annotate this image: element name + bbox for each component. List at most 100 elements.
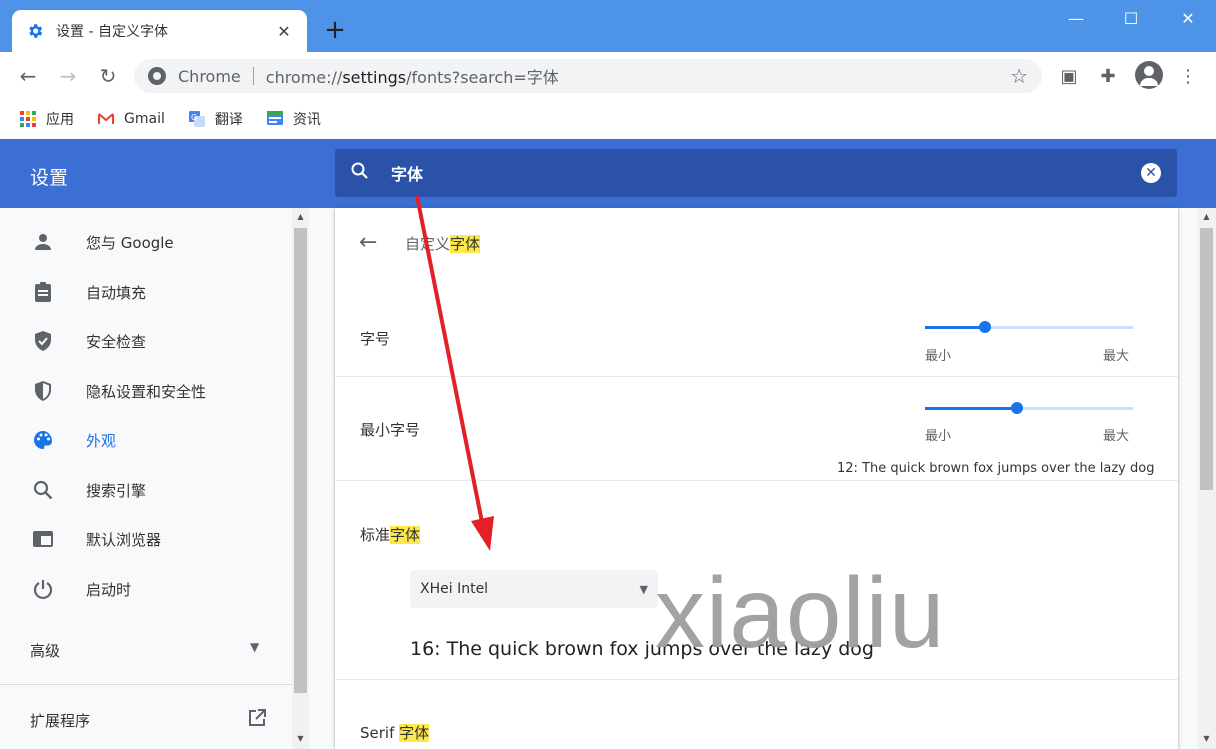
forward-arrow-icon[interactable]: → bbox=[56, 64, 80, 88]
chevron-down-icon[interactable]: ▼ bbox=[250, 640, 259, 654]
tab-close-icon[interactable]: ✕ bbox=[275, 22, 293, 41]
url-text[interactable]: chrome://settings/fonts?search=字体 bbox=[266, 64, 1010, 88]
scroll-up-icon[interactable]: ▲ bbox=[295, 212, 306, 221]
svg-text:G: G bbox=[191, 113, 197, 122]
search-icon bbox=[351, 162, 373, 185]
omnibox-separator bbox=[252, 67, 254, 85]
font-size-sample-12: 12: The quick brown fox jumps over the l… bbox=[837, 461, 1155, 476]
scrollbar-thumb[interactable] bbox=[1200, 228, 1213, 490]
sidebar-item-autofill[interactable]: 自动填充 bbox=[0, 270, 292, 314]
slider-min-label: 最小 bbox=[925, 429, 952, 444]
sidebar-item-default-browser[interactable]: 默认浏览器 bbox=[0, 517, 292, 561]
news-icon bbox=[266, 111, 283, 125]
title-bar: 设置 - 自定义字体 ✕ + — ☐ ✕ bbox=[0, 0, 1216, 52]
scrollbar-thumb[interactable] bbox=[294, 228, 307, 693]
open-external-icon[interactable] bbox=[247, 708, 267, 733]
person-icon bbox=[35, 234, 51, 250]
tab-title: 设置 - 自定义字体 bbox=[56, 24, 168, 40]
page-title: 自定义字体 bbox=[405, 235, 481, 253]
sidebar-item-privacy[interactable]: 隐私设置和安全性 bbox=[0, 369, 292, 413]
sidebar-item-label: 您与 Google bbox=[86, 233, 174, 252]
power-icon bbox=[33, 580, 53, 600]
scroll-down-icon[interactable]: ▼ bbox=[295, 734, 306, 743]
bookmark-gmail[interactable]: Gmail bbox=[98, 111, 165, 127]
apps-grid-icon bbox=[20, 111, 36, 127]
sidebar-item-label: 启动时 bbox=[86, 580, 132, 599]
browser-toolbar: ← → ↻ Chrome chrome://settings/fonts?sea… bbox=[0, 52, 1216, 100]
gmail-icon bbox=[98, 113, 114, 124]
browser-tab[interactable]: 设置 - 自定义字体 ✕ bbox=[12, 10, 307, 52]
search-highlight: 字体 bbox=[390, 526, 421, 544]
search-highlight: 字体 bbox=[399, 724, 430, 742]
search-query-text[interactable]: 字体 bbox=[391, 161, 1141, 185]
scroll-up-icon[interactable]: ▲ bbox=[1201, 212, 1212, 221]
bookmark-star-icon[interactable]: ☆ bbox=[1010, 64, 1028, 88]
bookmark-label: 资讯 bbox=[292, 112, 321, 128]
new-tab-button[interactable]: + bbox=[322, 17, 348, 44]
back-arrow-icon[interactable]: ← bbox=[16, 64, 40, 88]
extensions-puzzle-icon[interactable]: ✚ bbox=[1097, 66, 1119, 88]
font-size-slider[interactable] bbox=[925, 321, 1133, 333]
browser-icon bbox=[33, 531, 53, 547]
row-divider bbox=[335, 679, 1178, 680]
sidebar-item-on-startup[interactable]: 启动时 bbox=[0, 567, 292, 611]
serif-font-label: Serif 字体 bbox=[360, 724, 430, 742]
settings-header: 设置 字体 ✕ bbox=[0, 139, 1216, 208]
tab-search-icon[interactable]: ▣ bbox=[1058, 66, 1080, 88]
sidebar-scrollbar[interactable]: ▲ ▼ bbox=[292, 208, 309, 749]
standard-font-select[interactable]: XHei Intel ▼ bbox=[410, 570, 658, 608]
bookmark-apps[interactable]: 应用 bbox=[20, 109, 74, 129]
sidebar-item-you-and-google[interactable]: 您与 Google bbox=[0, 220, 292, 264]
settings-search-field[interactable]: 字体 ✕ bbox=[335, 149, 1177, 197]
bookmark-label: Gmail bbox=[124, 111, 165, 127]
bookmarks-bar: 应用 Gmail G 翻译 资讯 bbox=[0, 100, 1216, 138]
address-bar[interactable]: Chrome chrome://settings/fonts?search=字体… bbox=[134, 59, 1042, 93]
dropdown-caret-icon: ▼ bbox=[639, 582, 648, 596]
sidebar-item-label: 安全检查 bbox=[86, 332, 147, 351]
fonts-settings-card: ← 自定义字体 字号 最小 最大 最小字号 最小 最大 12: The quic… bbox=[335, 208, 1178, 749]
watermark-text: xiaoliu bbox=[655, 557, 946, 669]
sidebar-advanced[interactable]: 高级 bbox=[30, 640, 60, 661]
min-font-size-slider[interactable] bbox=[925, 402, 1133, 414]
maximize-button[interactable]: ☐ bbox=[1119, 8, 1143, 30]
font-size-label: 字号 bbox=[360, 330, 391, 348]
sidebar-item-label: 自动填充 bbox=[86, 283, 147, 302]
translate-icon: G bbox=[188, 111, 205, 127]
back-arrow-icon[interactable]: ← bbox=[359, 230, 377, 255]
chrome-icon bbox=[148, 67, 166, 85]
sidebar-item-safety-check[interactable]: 安全检查 bbox=[0, 319, 292, 363]
sidebar-item-label: 外观 bbox=[86, 431, 117, 450]
profile-avatar-icon[interactable] bbox=[1135, 61, 1163, 89]
menu-kebab-icon[interactable]: ⋮ bbox=[1177, 66, 1199, 88]
row-divider bbox=[335, 376, 1178, 377]
sidebar-extensions[interactable]: 扩展程序 bbox=[30, 710, 90, 731]
reload-icon[interactable]: ↻ bbox=[96, 64, 120, 88]
main-scrollbar[interactable]: ▲ ▼ bbox=[1197, 208, 1216, 749]
settings-title: 设置 bbox=[30, 167, 69, 189]
bookmark-news[interactable]: 资讯 bbox=[266, 109, 321, 129]
bookmark-translate[interactable]: G 翻译 bbox=[188, 109, 243, 129]
sidebar-item-label: 隐私设置和安全性 bbox=[86, 382, 207, 401]
search-highlight: 字体 bbox=[450, 235, 481, 253]
bookmark-label: 翻译 bbox=[214, 112, 243, 128]
minimize-button[interactable]: — bbox=[1064, 8, 1088, 30]
sidebar-divider bbox=[0, 684, 292, 685]
window-close-button[interactable]: ✕ bbox=[1176, 8, 1200, 30]
shield-check-icon bbox=[35, 331, 51, 351]
scroll-down-icon[interactable]: ▼ bbox=[1201, 734, 1212, 743]
palette-icon bbox=[34, 431, 52, 449]
sidebar-item-search-engine[interactable]: 搜索引擎 bbox=[0, 468, 292, 512]
clipboard-icon bbox=[35, 282, 51, 302]
sidebar-item-appearance[interactable]: 外观 bbox=[0, 418, 292, 462]
slider-knob[interactable] bbox=[1010, 402, 1023, 414]
slider-fill bbox=[925, 407, 1017, 410]
scheme-label: Chrome bbox=[178, 66, 241, 86]
sidebar-item-label: 搜索引擎 bbox=[86, 481, 147, 500]
bookmark-label: 应用 bbox=[46, 112, 74, 128]
slider-max-label: 最大 bbox=[1103, 429, 1130, 444]
slider-max-label: 最大 bbox=[1103, 349, 1130, 364]
slider-knob[interactable] bbox=[979, 321, 992, 333]
search-icon bbox=[33, 480, 53, 500]
clear-search-icon[interactable]: ✕ bbox=[1141, 163, 1161, 183]
select-value: XHei Intel bbox=[420, 581, 489, 597]
